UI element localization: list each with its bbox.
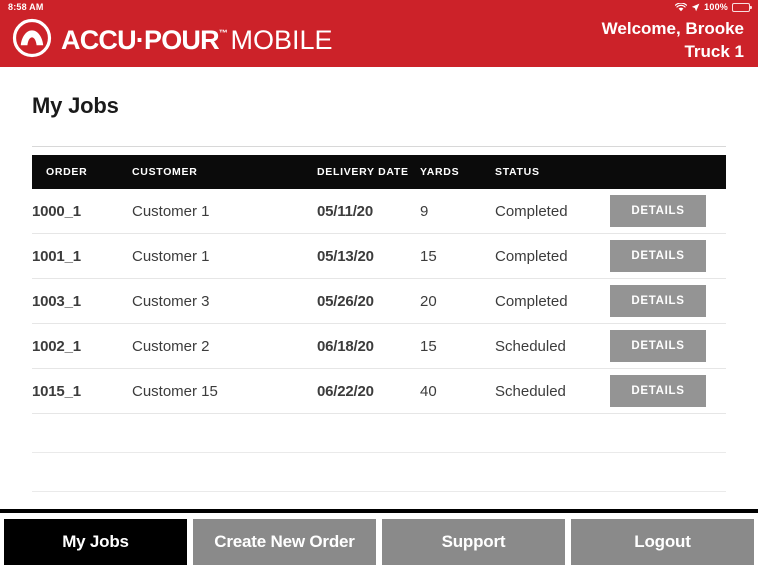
job-status: Completed — [495, 233, 610, 279]
welcome-truck: Truck 1 — [684, 41, 744, 61]
job-yards: 40 — [420, 368, 495, 414]
job-status: Scheduled — [495, 323, 610, 369]
status-time: 8:58 AM — [8, 2, 44, 12]
job-action-cell: DETAILS — [610, 278, 726, 324]
job-action-cell: DETAILS — [610, 189, 726, 234]
job-customer: Customer 1 — [132, 233, 317, 279]
column-header-status: STATUS — [495, 155, 610, 189]
location-arrow-icon — [691, 3, 700, 12]
job-order-id: 1003_1 — [32, 278, 132, 324]
job-customer: Customer 1 — [132, 189, 317, 234]
job-customer: Customer 2 — [132, 323, 317, 369]
brand-suffix: MOBILE — [230, 25, 333, 55]
job-action-cell: DETAILS — [610, 323, 726, 369]
welcome-user: Welcome, Brooke — [601, 18, 744, 38]
status-indicators: 100% — [675, 2, 752, 12]
nav-button-create-new-order[interactable]: Create New Order — [193, 519, 376, 565]
page-title: My Jobs — [32, 93, 119, 118]
details-button[interactable]: DETAILS — [610, 240, 706, 272]
column-header-date: DELIVERY DATE — [317, 155, 420, 189]
column-header-action — [610, 155, 726, 189]
job-delivery-date: 06/18/20 — [317, 323, 420, 369]
job-order-id: 1001_1 — [32, 233, 132, 279]
details-button[interactable]: DETAILS — [610, 285, 706, 317]
job-customer: Customer 3 — [132, 278, 317, 324]
app-header: ACCU·POUR ™ MOBILE Welcome, Brooke Truck 1 — [0, 14, 758, 67]
job-yards: 15 — [420, 323, 495, 369]
job-status: Completed — [495, 278, 610, 324]
wifi-icon — [675, 2, 688, 12]
column-header-yards: YARDS — [420, 155, 495, 189]
job-yards: 20 — [420, 278, 495, 324]
table-empty-row — [32, 413, 726, 453]
details-button[interactable]: DETAILS — [610, 195, 706, 227]
table-row: 1015_1 Customer 15 06/22/20 40 Scheduled DETA… — [32, 368, 726, 414]
battery-percent-label: 100% — [704, 2, 728, 12]
column-header-customer: CUSTOMER — [132, 155, 317, 189]
bottom-navigation: My Jobs Create New Order Support Logout — [0, 509, 758, 573]
brand-wordmark: ACCU·POUR ™ MOBILE — [61, 27, 333, 54]
job-status: Completed — [495, 189, 610, 234]
main-content: My Jobs ORDER CUSTOMER DELIVERY DATE YAR… — [0, 93, 758, 531]
job-order-id: 1000_1 — [32, 189, 132, 234]
brand-logo: ACCU·POUR ™ MOBILE — [12, 18, 333, 63]
table-row: 1002_1 Customer 2 06/18/20 15 Scheduled DETAI… — [32, 323, 726, 369]
trademark-symbol: ™ — [218, 28, 228, 38]
nav-button-my-jobs[interactable]: My Jobs — [4, 519, 187, 565]
welcome-block: Welcome, Brooke Truck 1 — [602, 18, 744, 64]
job-delivery-date: 05/26/20 — [317, 278, 420, 324]
column-header-order: ORDER — [32, 155, 132, 189]
job-delivery-date: 06/22/20 — [317, 368, 420, 414]
nav-button-support[interactable]: Support — [382, 519, 565, 565]
table-row: 1000_1 Customer 1 05/11/20 9 Completed DETAIL… — [32, 189, 726, 234]
job-action-cell: DETAILS — [610, 368, 726, 414]
bottom-nav-buttons: My Jobs Create New Order Support Logout — [0, 513, 758, 573]
details-button[interactable]: DETAILS — [610, 330, 706, 362]
job-order-id: 1002_1 — [32, 323, 132, 369]
table-row: 1003_1 Customer 3 05/26/20 20 Completed DETAI… — [32, 278, 726, 324]
accupour-logo-icon — [12, 18, 52, 63]
job-yards: 15 — [420, 233, 495, 279]
job-customer: Customer 15 — [132, 368, 317, 414]
job-action-cell: DETAILS — [610, 233, 726, 279]
table-row: 1001_1 Customer 1 05/13/20 15 Completed DETAI… — [32, 233, 726, 279]
job-delivery-date: 05/13/20 — [317, 233, 420, 279]
jobs-table: ORDER CUSTOMER DELIVERY DATE YARDS STATU… — [32, 155, 726, 531]
title-divider — [32, 146, 726, 147]
table-header-row: ORDER CUSTOMER DELIVERY DATE YARDS STATU… — [32, 155, 726, 189]
details-button[interactable]: DETAILS — [610, 375, 706, 407]
brand-name: ACCU·POUR — [61, 25, 220, 55]
jobs-table-head: ORDER CUSTOMER DELIVERY DATE YARDS STATU… — [32, 155, 726, 189]
job-status: Scheduled — [495, 368, 610, 414]
jobs-table-body: 1000_1 Customer 1 05/11/20 9 Completed DETAIL… — [32, 189, 726, 531]
job-delivery-date: 05/11/20 — [317, 189, 420, 234]
nav-button-logout[interactable]: Logout — [571, 519, 754, 565]
status-bar: 8:58 AM 100% — [0, 0, 758, 14]
battery-full-icon — [732, 2, 752, 12]
job-yards: 9 — [420, 189, 495, 234]
table-empty-row — [32, 452, 726, 492]
job-order-id: 1015_1 — [32, 368, 132, 414]
